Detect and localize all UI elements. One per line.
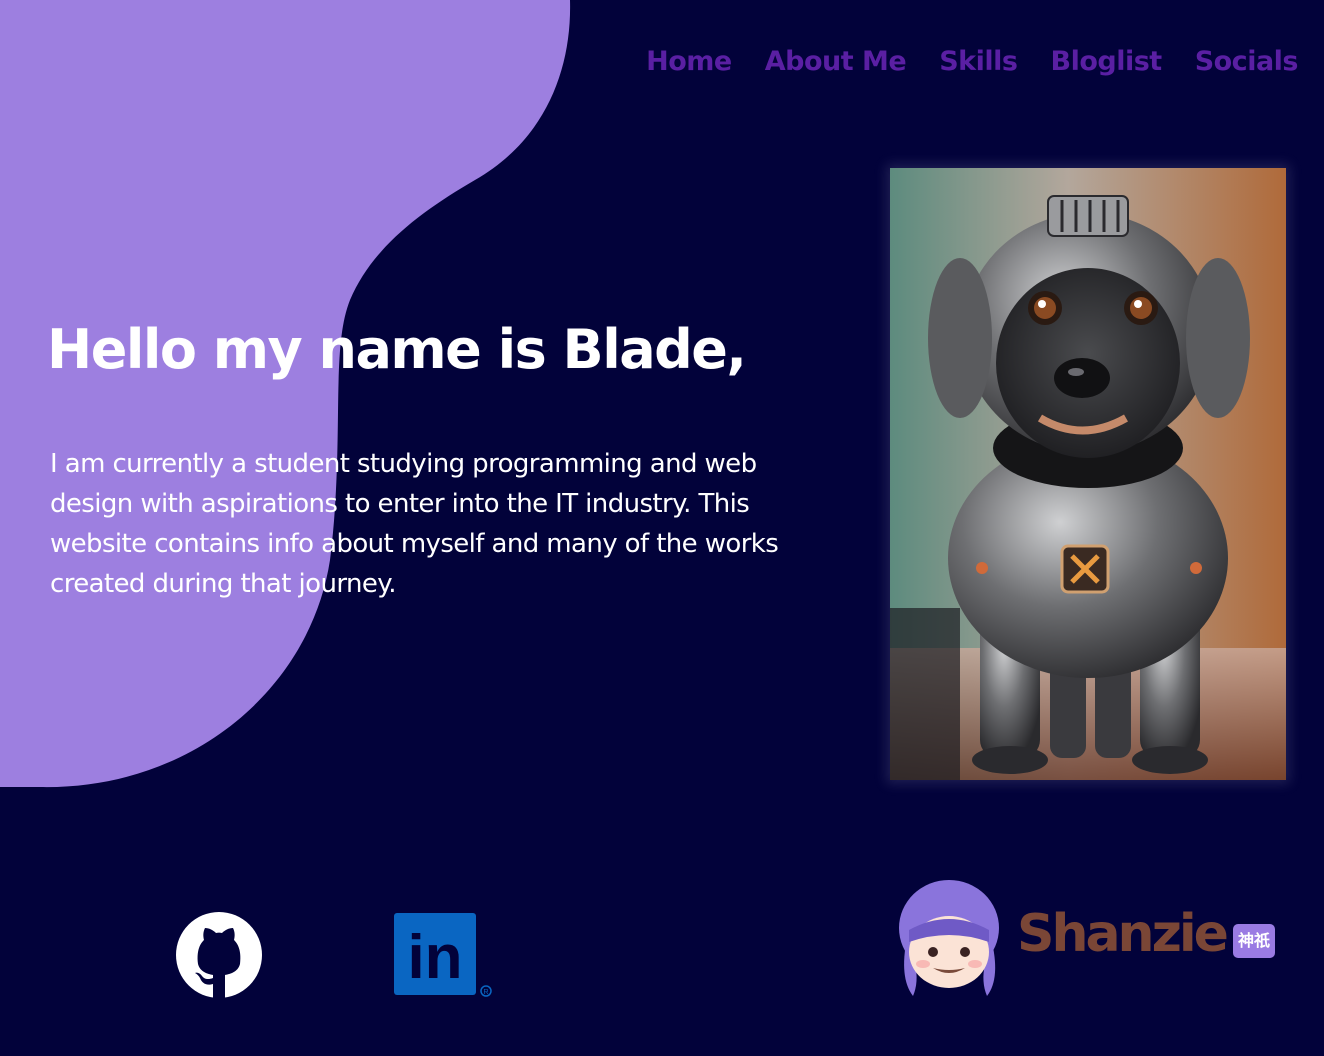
svg-text:R: R [483,989,488,996]
hero-description: I am currently a student studying progra… [50,449,779,599]
background-blob [0,0,571,788]
github-link[interactable] [176,912,262,998]
nav-bloglist[interactable]: Bloglist [1050,46,1162,77]
robot-dog-image [890,168,1286,780]
nav-skills[interactable]: Skills [939,46,1018,77]
brand-tag: 神祇 [1233,924,1275,958]
nav-socials[interactable]: Socials [1195,46,1299,77]
brand-name: Shanzie [1017,904,1229,964]
nav-about-me[interactable]: About Me [765,46,907,77]
chibi-avatar-icon [899,880,999,996]
linkedin-icon: in R [394,913,492,997]
linkedin-text: in [407,923,462,992]
shanzie-logo[interactable]: Shanzie 神祇 [893,878,1283,1002]
hero-title: Hello my name is Blade, [47,318,747,381]
linkedin-link[interactable]: in R [393,912,493,998]
nav-home[interactable]: Home [646,46,732,77]
page: Home About Me Skills Bloglist Socials He… [0,0,1324,1056]
github-icon [176,912,262,998]
main-nav: Home About Me Skills Bloglist Socials [646,46,1298,77]
